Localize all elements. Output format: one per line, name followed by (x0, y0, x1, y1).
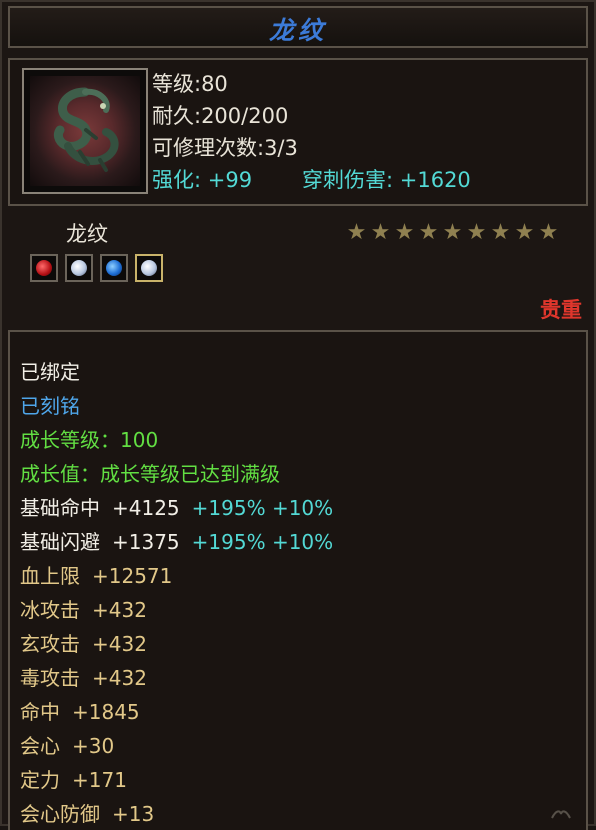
attribute-row: 玄攻击 +432 (20, 628, 147, 657)
red-gem-icon[interactable] (30, 254, 58, 282)
attribute-value: +4125 (112, 496, 180, 520)
attribute-bonus: +195% +10% (191, 496, 334, 520)
watermark-icon (551, 810, 571, 819)
item-name: 龙纹 (66, 222, 108, 246)
star-icon: ★ (490, 220, 511, 245)
attribute-label: 基础命中 (20, 496, 100, 520)
enhance-text: 强化: +99 (152, 168, 253, 192)
attribute-label: 毒攻击 (20, 666, 80, 690)
attribute-value: +432 (92, 632, 147, 656)
attribute-row: 定力 +171 (20, 764, 127, 793)
quality-label: 贵重 (540, 298, 582, 322)
growth-level: 成长等级：100 (20, 428, 159, 452)
title-bar: 龙纹 (8, 6, 588, 48)
white-gem-icon[interactable] (135, 254, 163, 282)
star-icon: ★ (538, 220, 559, 245)
attribute-value: +13 (112, 802, 155, 826)
attribute-list: 已绑定 已刻铭 成长等级：100 成长值：成长等级已达到满级 基础命中 +4125… (8, 330, 588, 830)
attribute-row: 基础闪避 +1375 +195% +10% (20, 526, 333, 555)
item-summary: 龙纹 ★ ★ ★ ★ ★ ★ ★ ★ ★ 贵重 (8, 210, 588, 326)
star-icon: ★ (418, 220, 439, 245)
item-icon-frame (22, 68, 148, 194)
attribute-row: 会心 +30 (20, 730, 114, 759)
attribute-value: +171 (72, 768, 127, 792)
attribute-label: 会心防御 (20, 802, 100, 826)
attribute-row: 冰攻击 +432 (20, 594, 147, 623)
star-icon: ★ (466, 220, 487, 245)
attribute-label: 冰攻击 (20, 598, 80, 622)
attribute-label: 基础闪避 (20, 530, 100, 554)
attribute-bonus: +195% +10% (191, 530, 334, 554)
blue-gem-icon[interactable] (100, 254, 128, 282)
star-icon: ★ (394, 220, 415, 245)
attribute-row: 血上限 +12571 (20, 560, 172, 589)
attribute-value: +1375 (112, 530, 180, 554)
attribute-value: +12571 (92, 564, 173, 588)
bound-status: 已绑定 (20, 360, 80, 384)
star-icon: ★ (370, 220, 391, 245)
attribute-value: +1845 (72, 700, 140, 724)
attribute-row: 基础命中 +4125 +195% +10% (20, 492, 333, 521)
attribute-label: 会心 (20, 734, 60, 758)
attribute-row: 会心防御 +13 (20, 798, 154, 827)
item-title: 龙纹 (268, 16, 327, 45)
attribute-row: 毒攻击 +432 (20, 662, 147, 691)
level-text: 等级:80 (152, 72, 228, 96)
star-icon: ★ (346, 220, 367, 245)
attribute-row: 命中 +1845 (20, 696, 140, 725)
item-tooltip-panel: 龙纹 等级:80 耐久:200/200 可修理次数:3/3 强化: +99 穿刺… (0, 0, 596, 830)
white-gem-icon[interactable] (65, 254, 93, 282)
star-rating: ★ ★ ★ ★ ★ ★ ★ ★ ★ (346, 220, 559, 245)
item-header: 等级:80 耐久:200/200 可修理次数:3/3 强化: +99 穿刺伤害:… (8, 58, 588, 206)
star-icon: ★ (442, 220, 463, 245)
attribute-label: 玄攻击 (20, 632, 80, 656)
dragon-pattern-icon (30, 76, 140, 186)
attribute-label: 命中 (20, 700, 60, 724)
attribute-value: +432 (92, 598, 147, 622)
gem-slots (30, 254, 163, 282)
attribute-label: 血上限 (20, 564, 80, 588)
attribute-value: +30 (72, 734, 115, 758)
durability-text: 耐久:200/200 (152, 104, 289, 128)
engraved-status: 已刻铭 (20, 394, 80, 418)
star-icon: ★ (514, 220, 535, 245)
pierce-damage-text: 穿刺伤害: +1620 (302, 168, 471, 192)
attribute-label: 定力 (20, 768, 60, 792)
growth-value: 成长值：成长等级已达到满级 (20, 462, 280, 486)
attribute-value: +432 (92, 666, 147, 690)
repair-count-text: 可修理次数:3/3 (152, 136, 298, 160)
